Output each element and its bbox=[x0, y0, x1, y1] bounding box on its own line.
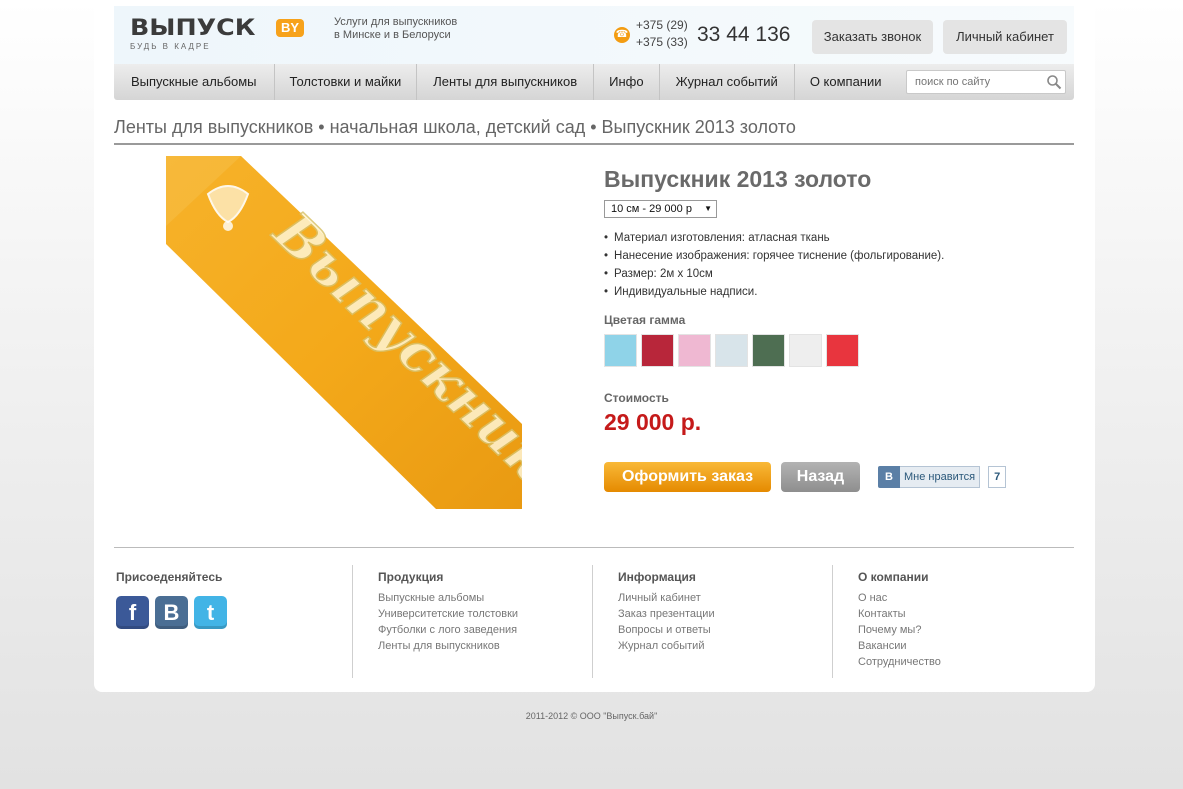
chevron-down-icon: ▼ bbox=[704, 204, 712, 213]
footer-link[interactable]: Личный кабинет bbox=[618, 590, 715, 606]
order-button[interactable]: Оформить заказ bbox=[604, 462, 771, 492]
feature-item: Нанесение изображения: горячее тиснение … bbox=[604, 247, 944, 265]
color-swatch[interactable] bbox=[752, 334, 785, 367]
breadcrumb-separator: • bbox=[313, 117, 330, 137]
search-input[interactable] bbox=[907, 71, 1037, 93]
phone-icon: ☎ bbox=[614, 27, 630, 43]
palette-label: Цветая гамма bbox=[604, 313, 686, 327]
color-swatch[interactable] bbox=[789, 334, 822, 367]
color-swatches bbox=[604, 334, 859, 367]
callback-button[interactable]: Заказать звонок bbox=[812, 20, 933, 54]
color-swatch[interactable] bbox=[604, 334, 637, 367]
color-swatch[interactable] bbox=[715, 334, 748, 367]
services-line-2: в Минске и в Белоруси bbox=[334, 29, 451, 41]
vk-like-count: 7 bbox=[988, 466, 1007, 488]
search-box bbox=[906, 70, 1066, 94]
footer-separator bbox=[592, 565, 593, 678]
vk-like-button[interactable]: В Мне нравится 7 bbox=[878, 466, 1007, 488]
vkontakte-icon[interactable]: B bbox=[155, 596, 188, 629]
logo-text: ВЫПУСК bbox=[130, 16, 256, 41]
phone-number: 33 44 136 bbox=[697, 23, 791, 46]
phone-codes: +375 (29) +375 (33) bbox=[636, 17, 688, 51]
phone-code-1: +375 (29) bbox=[636, 18, 688, 32]
feature-item: Материал изготовления: атласная ткань bbox=[604, 229, 944, 247]
footer-link[interactable]: Ленты для выпускников bbox=[378, 638, 518, 654]
logo[interactable]: ВЫПУСК BY БУДЬ В КАДРЕ bbox=[130, 18, 305, 51]
back-button[interactable]: Назад bbox=[781, 462, 860, 492]
services-line-1: Услуги для выпускников bbox=[334, 16, 458, 28]
footer-link[interactable]: Почему мы? bbox=[858, 622, 941, 638]
nav-item-albums[interactable]: Выпускные альбомы bbox=[114, 64, 275, 100]
feature-item: Индивидуальные надписи. bbox=[604, 283, 944, 301]
footer-products: Продукция Выпускные альбомы Университетс… bbox=[378, 570, 518, 654]
footer-link[interactable]: Сотрудничество bbox=[858, 654, 941, 670]
price-label: Стоимость bbox=[604, 391, 669, 405]
footer-link[interactable]: О нас bbox=[858, 590, 941, 606]
breadcrumb-primary-school[interactable]: начальная школа, детский сад bbox=[330, 117, 586, 137]
social-links: fBt bbox=[116, 596, 227, 629]
footer-separator bbox=[352, 565, 353, 678]
footer-link[interactable]: Контакты bbox=[858, 606, 941, 622]
nav-item-company[interactable]: О компании bbox=[795, 64, 897, 100]
breadcrumb: Ленты для выпускников • начальная школа,… bbox=[114, 117, 1074, 145]
feature-item: Размер: 2м х 10см bbox=[604, 265, 944, 283]
nav-item-events[interactable]: Журнал событий bbox=[660, 64, 795, 100]
footer-company-title: О компании bbox=[858, 570, 929, 584]
nav-item-info[interactable]: Инфо bbox=[594, 64, 660, 100]
product-title: Выпускник 2013 золото bbox=[604, 166, 872, 192]
copyright: 2011-2012 © ООО "Выпуск.бай" bbox=[525, 711, 658, 721]
footer-info: Информация Личный кабинет Заказ презента… bbox=[618, 570, 715, 654]
footer-products-title: Продукция bbox=[378, 570, 444, 584]
twitter-icon[interactable]: t bbox=[194, 596, 227, 629]
footer-divider bbox=[114, 547, 1074, 548]
color-swatch[interactable] bbox=[641, 334, 674, 367]
footer-info-title: Информация bbox=[618, 570, 696, 584]
services-text: Услуги для выпускников в Минске и в Бело… bbox=[334, 16, 474, 42]
product-image: Выпускник bbox=[166, 156, 522, 509]
nav-item-ribbons[interactable]: Ленты для выпускников bbox=[417, 64, 595, 100]
color-swatch[interactable] bbox=[678, 334, 711, 367]
phone-code-2: +375 (33) bbox=[636, 35, 688, 49]
footer-link[interactable]: Вопросы и ответы bbox=[618, 622, 715, 638]
logo-tagline: БУДЬ В КАДРЕ bbox=[130, 42, 211, 51]
nav-item-hoodies[interactable]: Толстовки и майки bbox=[275, 64, 418, 100]
footer-separator bbox=[832, 565, 833, 678]
main-nav: Выпускные альбомы Толстовки и майки Лент… bbox=[114, 64, 1074, 100]
breadcrumb-separator: • bbox=[585, 117, 602, 137]
feature-list: Материал изготовления: атласная ткань На… bbox=[604, 229, 944, 301]
color-swatch[interactable] bbox=[826, 334, 859, 367]
footer-join: Присоеденяйтесь fBt bbox=[116, 570, 227, 629]
logo-badge: BY bbox=[276, 19, 305, 37]
breadcrumb-current: Выпускник 2013 золото bbox=[601, 117, 796, 137]
breadcrumb-ribbons[interactable]: Ленты для выпускников bbox=[114, 117, 313, 137]
facebook-icon[interactable]: f bbox=[116, 596, 149, 629]
footer-link[interactable]: Выпускные альбомы bbox=[378, 590, 518, 606]
cabinet-button[interactable]: Личный кабинет bbox=[943, 20, 1067, 54]
footer-link[interactable]: Заказ презентации bbox=[618, 606, 715, 622]
header: ВЫПУСК BY БУДЬ В КАДРЕ Услуги для выпуск… bbox=[114, 6, 1074, 64]
footer-join-title: Присоеденяйтесь bbox=[116, 570, 223, 584]
vk-like-label: Мне нравится bbox=[900, 466, 981, 488]
footer-company: О компании О нас Контакты Почему мы? Вак… bbox=[858, 570, 941, 670]
search-icon[interactable] bbox=[1046, 74, 1062, 90]
size-select-value: 10 см - 29 000 р bbox=[611, 203, 692, 215]
vk-icon: В bbox=[878, 466, 900, 488]
footer-link[interactable]: Футболки с лого заведения bbox=[378, 622, 518, 638]
price-value: 29 000 р. bbox=[604, 409, 702, 435]
footer-link[interactable]: Вакансии bbox=[858, 638, 941, 654]
footer-link[interactable]: Журнал событий bbox=[618, 638, 715, 654]
size-select[interactable]: 10 см - 29 000 р ▼ bbox=[604, 200, 717, 218]
footer-link[interactable]: Университетские толстовки bbox=[378, 606, 518, 622]
